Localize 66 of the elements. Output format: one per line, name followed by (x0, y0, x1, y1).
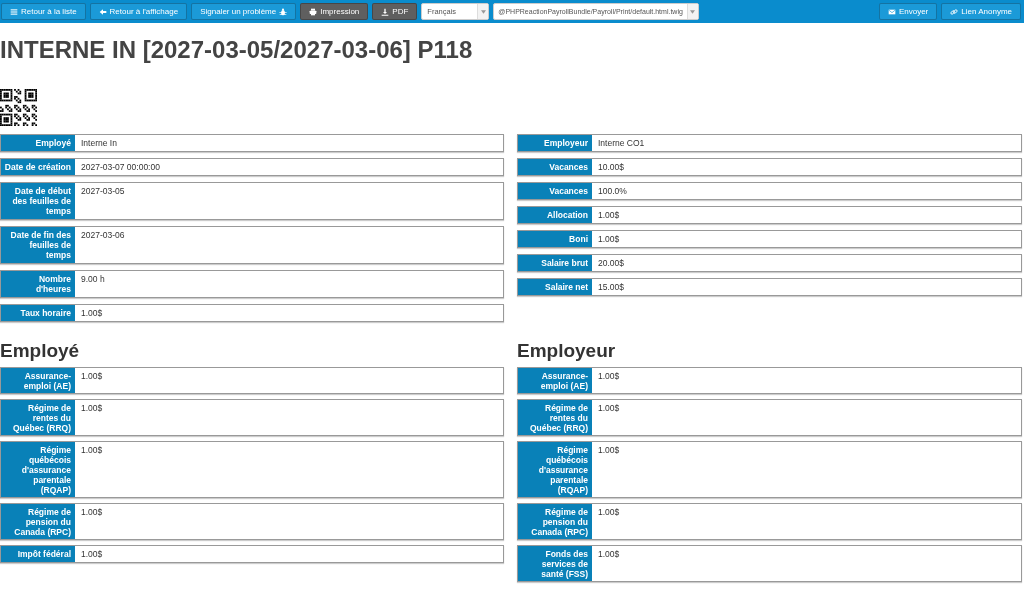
page-title: INTERNE IN [2027-03-05/2027-03-06] P118 (0, 36, 474, 64)
field-label: Allocation (518, 207, 592, 223)
field-label: Régime de pension du Canada (RPC) (1, 504, 75, 539)
field-value: 1.00$ (80, 307, 104, 320)
field-label: Date de début des feuilles de temps (1, 183, 75, 219)
field-label: Salaire net (518, 279, 592, 295)
toolbar-button[interactable]: Lien Anonyme (941, 3, 1021, 20)
caret-icon (690, 9, 696, 14)
field-value: 1.00$ (597, 233, 621, 246)
field-value: 1.00$ (80, 548, 104, 561)
toolbar-button[interactable]: Retour à la liste (1, 3, 86, 20)
envelope-icon (887, 7, 896, 16)
field-value: 1.00$ (597, 444, 621, 457)
field-label: Régime québécois d'assurance parentale (RQAP) (1, 442, 75, 497)
field-value: 10.00$ (597, 161, 625, 174)
field-label: Régime de rentes du Québec (RRQ) (1, 400, 75, 435)
field-value: 2027-03-06 (80, 229, 126, 242)
field-value: 1.00$ (597, 402, 621, 415)
field-label: Employé (1, 135, 75, 151)
toolbar-button[interactable]: Impression (300, 3, 369, 20)
field-label: Nombre d'heures (1, 271, 75, 297)
field-value: 15.00$ (597, 281, 625, 294)
field-value: 1.00$ (597, 548, 621, 561)
section-heading: Employé (0, 340, 81, 362)
qr-code-icon (0, 89, 37, 126)
field-label: Date de fin des feuilles de temps (1, 227, 75, 263)
field-label: Fonds des services de santé (FSS) (518, 546, 592, 581)
list-icon (10, 7, 18, 16)
link-icon (950, 7, 959, 16)
field-label: Régime de pension du Canada (RPC) (518, 504, 592, 539)
field-label: Régime québécois d'assurance parentale (RQAP) (518, 442, 592, 497)
field-value: 100.0% (597, 185, 628, 198)
field-label: Boni (518, 231, 592, 247)
toolbar-button[interactable]: Retour à l'affichage (89, 3, 188, 20)
field-label: Vacances (518, 183, 592, 199)
bug-icon (279, 7, 288, 16)
field-label: Assurance-emploi (AE) (518, 368, 592, 393)
field-value: 9.00 h (80, 273, 106, 286)
section-heading: Employeur (517, 340, 617, 362)
field-label: Impôt fédéral (1, 546, 75, 562)
field-value: 1.00$ (597, 506, 621, 519)
field-value: 1.00$ (80, 444, 104, 457)
field-label: Employeur (518, 135, 592, 151)
field-label: Régime de rentes du Québec (RRQ) (518, 400, 592, 435)
field-value: 2027-03-05 (80, 185, 126, 198)
field-value: Interne In (80, 137, 118, 150)
toolbar-button[interactable]: PDF (372, 3, 418, 20)
field-value: 1.00$ (80, 370, 104, 383)
field-label: Date de création (1, 159, 75, 175)
field-value: 1.00$ (80, 506, 104, 519)
field-value: 20.00$ (597, 257, 625, 270)
field-value: 1.00$ (597, 209, 621, 222)
printer-icon (309, 7, 318, 16)
field-label: Taux horaire (1, 305, 75, 321)
caret-icon (480, 9, 486, 14)
field-value: 1.00$ (597, 370, 621, 383)
field-value: 2027-03-07 00:00:00 (80, 161, 161, 174)
field-label: Salaire brut (518, 255, 592, 271)
toolbar-button[interactable]: Signaler un problème (191, 3, 297, 20)
field-label: Vacances (518, 159, 592, 175)
field-label: Assurance-emploi (AE) (1, 368, 75, 393)
field-value: 1.00$ (80, 402, 104, 415)
arrow-left-icon (98, 7, 107, 16)
toolbar-button[interactable]: Envoyer (878, 3, 938, 20)
field-value: Interne CO1 (597, 137, 646, 150)
download-icon (381, 7, 390, 16)
